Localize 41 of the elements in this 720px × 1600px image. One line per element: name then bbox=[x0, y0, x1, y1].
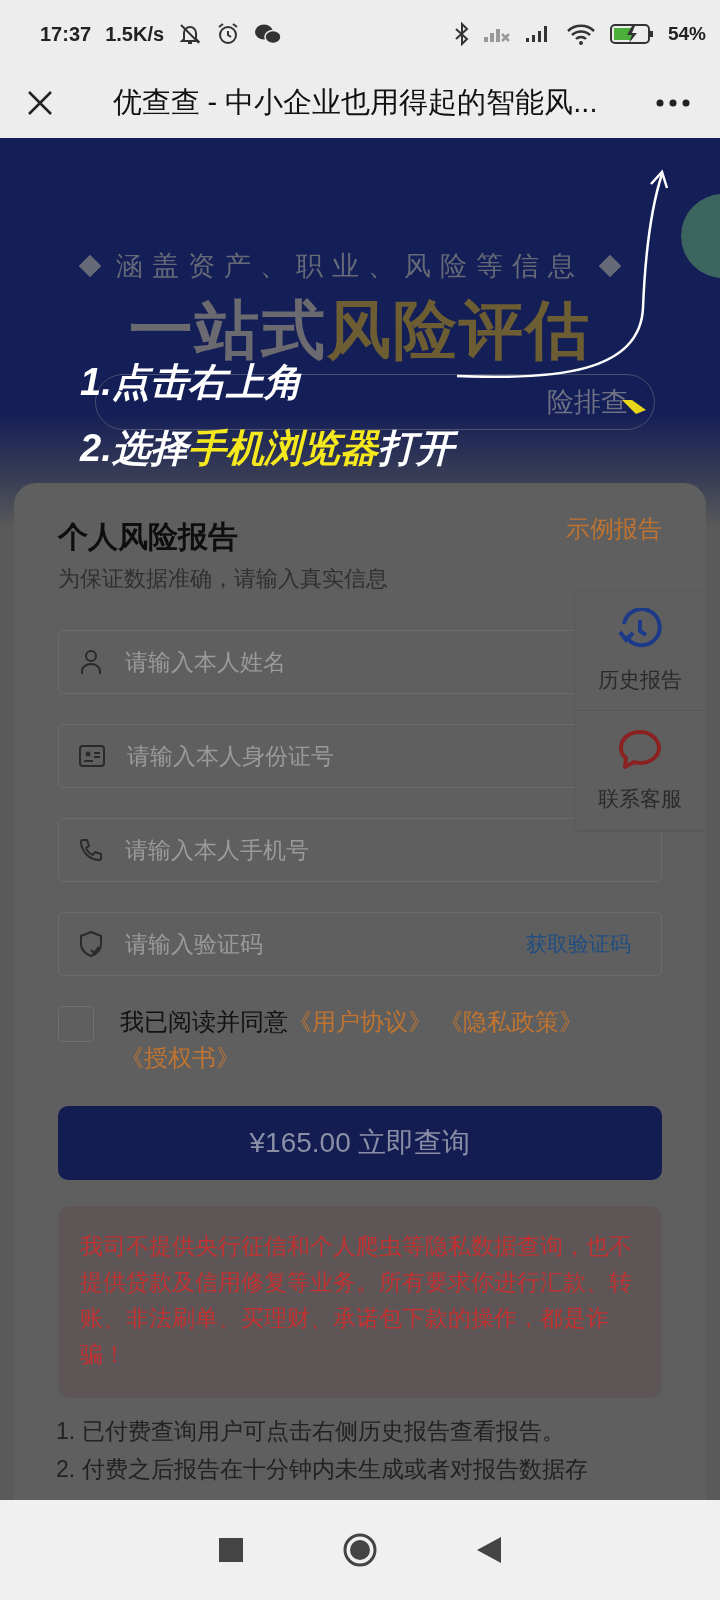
square-icon bbox=[219, 1538, 244, 1562]
close-icon bbox=[26, 89, 54, 117]
warning-notice: 我司不提供央行征信和个人爬虫等隐私数据查询，也不提供贷款及信用修复等业务。所有要求你进行汇款、转账、非法刷单、买理财、承诺包下款的操作，都是诈骗！ bbox=[58, 1206, 662, 1398]
get-code-button[interactable]: 获取验证码 bbox=[526, 930, 631, 958]
wifi-icon bbox=[565, 23, 596, 45]
input-field[interactable]: 请输入本人手机号 bbox=[58, 818, 662, 882]
back-triangle-icon bbox=[476, 1537, 501, 1563]
banner-headline: 风险评估 bbox=[327, 298, 591, 362]
id-card-icon bbox=[79, 744, 105, 768]
signal-off-icon bbox=[483, 26, 510, 42]
submit-button[interactable]: ¥165.00 立即查询 bbox=[58, 1106, 662, 1180]
person-icon bbox=[79, 648, 103, 676]
clock-time: 17:37 bbox=[40, 22, 92, 46]
agreement-text: 我已阅读并同意《用户协议》 《隐私政策》 《授权书》 bbox=[120, 1007, 584, 1073]
text-input[interactable]: 请输入本人手机号 bbox=[123, 835, 631, 865]
agreement-link[interactable]: 《授权书》 bbox=[120, 1044, 240, 1071]
note-text: 2. 付费之后报告在十分钟内未生成或者对报告数据存 bbox=[56, 1455, 589, 1484]
guide-step: 1.点击右上角 bbox=[80, 360, 310, 404]
pill-text: 险排查 bbox=[547, 386, 628, 419]
card-title: 个人风险报告 bbox=[58, 519, 238, 555]
banner-headline: 一站式 bbox=[129, 298, 327, 362]
text-input[interactable]: 请输入验证码 bbox=[123, 929, 506, 959]
bell-muted-icon bbox=[178, 22, 203, 46]
chat-app-icon bbox=[254, 23, 283, 45]
banner-tagline: 涵盖资产、职业、风险等信息 bbox=[116, 250, 584, 283]
phone-icon bbox=[79, 838, 103, 862]
more-icon bbox=[656, 99, 690, 107]
agreement-link[interactable]: 《隐私政策》 bbox=[438, 1008, 583, 1035]
home-circle-icon bbox=[342, 1532, 378, 1568]
agreement-link[interactable]: 《用户协议》 bbox=[288, 1008, 432, 1035]
chat-bubble-icon bbox=[618, 728, 662, 771]
battery-percent: 54% bbox=[667, 23, 706, 45]
page-title: 优查查 - 中小企业也用得起的智能风... bbox=[111, 85, 599, 120]
input-field[interactable]: 请输入验证码 获取验证码 bbox=[58, 912, 662, 976]
bluetooth-icon bbox=[453, 22, 470, 46]
example-report-link[interactable]: 示例报告 bbox=[566, 513, 662, 545]
note-text: 1. 已付费查询用户可点击右侧历史报告查看报告。 bbox=[56, 1417, 566, 1446]
shield-icon bbox=[79, 930, 103, 958]
network-speed: 1.5K/s bbox=[105, 22, 165, 46]
guide-step: 2.选择手机浏览器打开 bbox=[80, 426, 462, 470]
battery-charging-icon bbox=[609, 23, 654, 45]
